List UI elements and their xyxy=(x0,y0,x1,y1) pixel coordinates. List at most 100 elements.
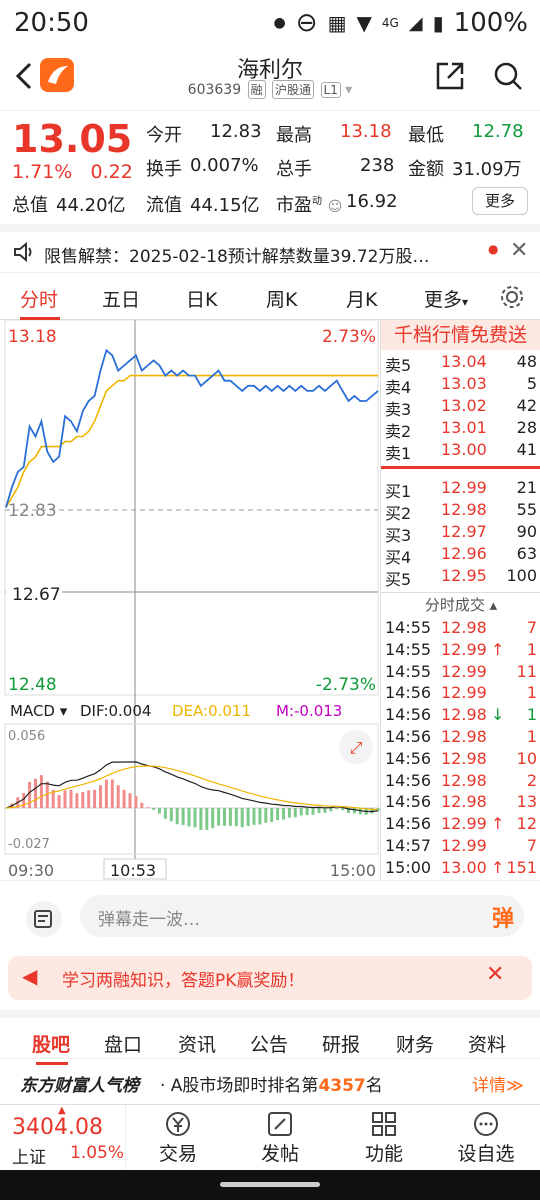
tab-intraday[interactable]: 分时 xyxy=(20,285,58,312)
nav-add-watchlist-label: 设自选 xyxy=(457,1143,515,1165)
tick-time: 14:56 xyxy=(385,792,432,812)
ask-volume: 48 xyxy=(516,352,537,371)
orderbook-promo[interactable]: 千档行情免费送 xyxy=(381,320,540,350)
ticks-title[interactable]: 分时成交 ▴ xyxy=(381,592,540,616)
bid-row[interactable]: 买3 12.97 90 xyxy=(381,522,540,545)
tab-finance[interactable]: 财务 xyxy=(396,1030,434,1057)
macd-bar xyxy=(270,808,274,823)
signal-icon: ◢ xyxy=(408,12,423,34)
bid-row[interactable]: 买2 12.98 55 xyxy=(381,500,540,523)
ask-label: 卖5 xyxy=(385,356,412,375)
tab-announcements[interactable]: 公告 xyxy=(250,1030,288,1057)
bid-row[interactable]: 买1 12.99 21 xyxy=(381,478,540,501)
macd-bar xyxy=(234,808,238,827)
tab-more[interactable]: 更多▾ xyxy=(424,285,468,312)
tick-price: 12.99 xyxy=(441,836,487,855)
tick-time: 14:56 xyxy=(385,748,432,768)
danmu-send-button[interactable]: 弹 xyxy=(492,901,514,933)
intraday-chart[interactable]: 13.18 2.73% 12.83 12.67 12.48 -2.73% MAC… xyxy=(0,319,380,880)
macd-selector[interactable]: MACD ▾ xyxy=(10,702,68,720)
volume-value: 238 xyxy=(360,155,395,176)
tick-price: 12.98 xyxy=(441,727,487,746)
tick-price: 12.99 xyxy=(441,661,487,681)
tick-time: 14:56 xyxy=(385,683,432,703)
danmu-toggle-icon[interactable] xyxy=(26,901,62,937)
tick-volume: 1 xyxy=(526,727,537,746)
promo-banner[interactable]: ◀ 学习两融知识，答题PK赢奖励！ ✕ xyxy=(8,956,532,1000)
macd-bar xyxy=(246,808,250,827)
bid-price: 12.95 xyxy=(441,566,487,585)
more-button[interactable]: 更多 xyxy=(472,187,528,215)
chart-svg[interactable]: 13.18 2.73% 12.83 12.67 12.48 -2.73% MAC… xyxy=(0,319,380,880)
ask-label: 卖1 xyxy=(385,444,412,463)
bid-price: 12.98 xyxy=(441,500,487,519)
close-promo-icon[interactable]: ✕ xyxy=(486,962,504,987)
search-icon[interactable] xyxy=(492,60,524,92)
nav-trade[interactable]: 交易 xyxy=(138,1111,218,1166)
index-widget[interactable]: ▲ 3404.08 上证 1.05% xyxy=(0,1105,126,1171)
tab-forum[interactable]: 股吧 xyxy=(32,1030,70,1057)
macd-bar xyxy=(287,808,291,818)
ask-row[interactable]: 卖5 13.04 48 xyxy=(381,352,540,375)
rank-text-pre: · A股市场即时排名第 xyxy=(160,1076,319,1096)
tab-research[interactable]: 研报 xyxy=(322,1030,360,1057)
megaphone-icon: ◀ xyxy=(22,964,38,988)
macd-histogram xyxy=(4,775,380,830)
nav-functions[interactable]: 功能 xyxy=(344,1111,424,1166)
nav-post[interactable]: 发帖 xyxy=(240,1111,320,1166)
ask-row[interactable]: 卖2 13.01 28 xyxy=(381,418,540,441)
bid-volume: 55 xyxy=(516,500,537,519)
gear-icon[interactable] xyxy=(498,283,526,311)
ask-price: 13.03 xyxy=(441,374,487,393)
pe-superscript: 动 xyxy=(312,196,322,207)
nav-add-watchlist[interactable]: 设自选 xyxy=(446,1111,526,1166)
orderbook-divider xyxy=(381,466,540,469)
tick-time: 14:55 xyxy=(385,639,432,659)
tick-volume: 2 xyxy=(526,770,537,790)
notice-bar[interactable]: 限售解禁：2025-02-18预计解禁数量39.72万股… ● ✕ xyxy=(0,224,540,272)
macd-bottom-label: -0.027 xyxy=(8,837,50,852)
macd-bar xyxy=(34,778,37,808)
popularity-rank[interactable]: 东方财富人气榜 · A股市场即时排名第4357名 详情≫ xyxy=(0,1058,540,1104)
tick-price: 12.98 xyxy=(441,792,487,812)
chevron-down-icon[interactable]: ▾ xyxy=(345,82,352,98)
macd-dea-line xyxy=(5,765,379,811)
share-icon[interactable] xyxy=(434,60,466,92)
tab-five-day[interactable]: 五日 xyxy=(102,285,140,312)
bid-row[interactable]: 买4 12.96 63 xyxy=(381,544,540,567)
tab-profile[interactable]: 资料 xyxy=(468,1030,506,1057)
tick-time: 14:56 xyxy=(385,814,432,834)
macd-bar xyxy=(264,808,268,823)
macd-bar xyxy=(293,808,297,818)
tick-price: 13.00 xyxy=(441,857,487,877)
tab-daily-k[interactable]: 日K xyxy=(186,285,217,312)
bottom-price-label: 12.48 xyxy=(8,675,57,695)
rank-number: 4357 xyxy=(318,1076,366,1096)
rank-detail-link[interactable]: 详情≫ xyxy=(472,1071,524,1096)
tab-news[interactable]: 资讯 xyxy=(178,1030,216,1057)
tab-weekly-k[interactable]: 周K xyxy=(266,285,297,312)
tick-direction: ↑ xyxy=(491,857,505,877)
macd-bar xyxy=(99,785,102,808)
macd-frame xyxy=(4,723,379,855)
stock-code: 603639 xyxy=(187,82,242,98)
ask-row[interactable]: 卖1 13.00 41 xyxy=(381,440,540,463)
quote-panel: 13.05 1.71% 0.22 今开 12.83 最高 13.18 最低 12… xyxy=(0,110,540,220)
ask-row[interactable]: 卖4 13.03 5 xyxy=(381,374,540,397)
tab-level2[interactable]: 盘口 xyxy=(104,1030,142,1057)
bid-row[interactable]: 买5 12.95 100 xyxy=(381,566,540,589)
bid-label: 买4 xyxy=(385,548,412,567)
ask-row[interactable]: 卖3 13.02 42 xyxy=(381,396,540,419)
tick-price: 12.99 xyxy=(441,683,487,703)
tab-monthly-k[interactable]: 月K xyxy=(346,285,377,312)
close-icon[interactable]: ✕ xyxy=(510,238,528,263)
macd-bar xyxy=(110,779,114,808)
volume-label: 总手 xyxy=(276,159,312,180)
current-price: 13.05 xyxy=(12,117,133,161)
macd-bar xyxy=(228,808,232,826)
tick-price: 12.98 xyxy=(441,705,487,725)
info-icon[interactable]: ☺ xyxy=(328,199,343,215)
rank-text: · A股市场即时排名第4357名 xyxy=(160,1071,383,1096)
home-indicator[interactable] xyxy=(220,1182,320,1187)
danmu-input[interactable]: 弹幕走一波… 弹 xyxy=(80,895,524,937)
